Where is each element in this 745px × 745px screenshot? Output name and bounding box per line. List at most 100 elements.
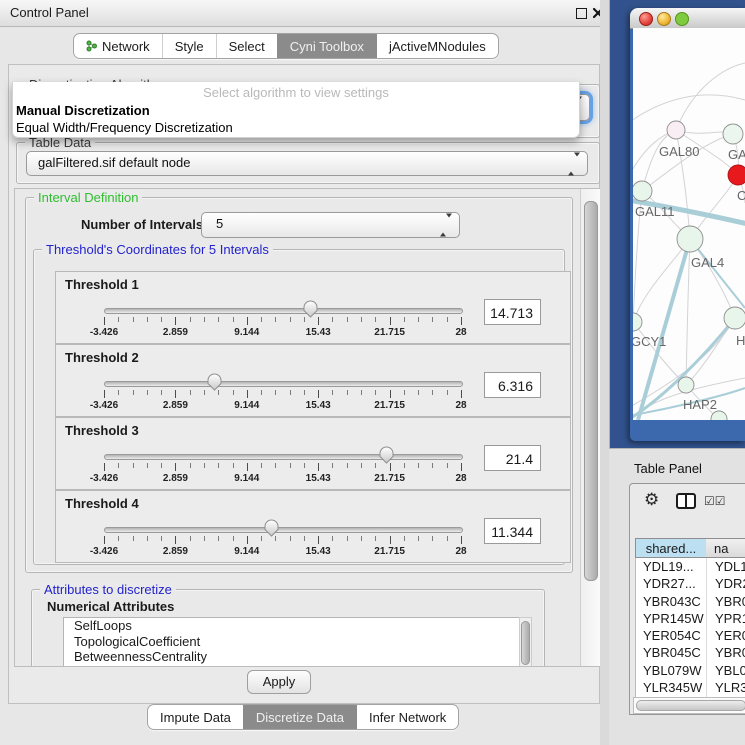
threshold-value-field[interactable]: 14.713: [484, 299, 541, 325]
cell-shared-name[interactable]: YBR045C: [636, 644, 707, 661]
threshold-value-field[interactable]: 11.344: [484, 518, 541, 544]
attribute-item[interactable]: SelfLoops: [64, 618, 519, 634]
attribute-item[interactable]: TopologicalCoefficient: [64, 634, 519, 650]
table-horizontal-scrollbar[interactable]: [633, 697, 745, 714]
cell-name[interactable]: YDL1: [708, 558, 745, 575]
algorithm-dropdown-popup: Select algorithm to view settings Manual…: [12, 82, 580, 138]
cell-name[interactable]: YDR2: [708, 575, 745, 592]
column-header-shared-name[interactable]: shared...: [635, 538, 707, 558]
cell-shared-name[interactable]: YDL19...: [636, 558, 707, 575]
tab-label: Infer Network: [369, 710, 446, 725]
network-node[interactable]: [633, 181, 652, 201]
slider-tick-label: -3.426: [90, 400, 118, 411]
slider-thumb[interactable]: [303, 300, 318, 318]
column-header-name[interactable]: na: [706, 538, 745, 558]
cell-shared-name[interactable]: YDR27...: [636, 575, 707, 592]
numerical-attributes-list[interactable]: SelfLoopsTopologicalCoefficientBetweenne…: [63, 617, 520, 667]
cell-name[interactable]: YBL0: [708, 662, 745, 679]
gear-icon[interactable]: ⚙: [644, 490, 659, 510]
slider-thumb[interactable]: [207, 373, 222, 391]
cell-shared-name[interactable]: YBL079W: [636, 662, 707, 679]
settings-scrollbar[interactable]: [580, 189, 601, 666]
attribute-item[interactable]: BetweennessCentrality: [64, 649, 519, 665]
tab-impute-data[interactable]: Impute Data: [148, 705, 243, 729]
threshold-value-field[interactable]: 21.4: [484, 445, 541, 471]
tab-label: Select: [229, 39, 265, 54]
table-row[interactable]: YPR145WYPR1: [636, 610, 745, 627]
attributes-list-scrollbar[interactable]: [519, 617, 532, 667]
tab-discretize-data[interactable]: Discretize Data: [243, 705, 356, 729]
apply-button[interactable]: Apply: [247, 670, 311, 694]
slider-track[interactable]: [104, 527, 463, 533]
num-intervals-combobox[interactable]: 5: [201, 212, 460, 238]
table-row[interactable]: YBR043CYBR0: [636, 593, 745, 610]
slider-tick-label: 2.859: [163, 327, 188, 338]
select-checkboxes-icon[interactable]: ☑☑: [704, 494, 726, 508]
threshold-value-field[interactable]: 6.316: [484, 372, 541, 398]
control-panel-titlebar[interactable]: Control Panel: [0, 0, 608, 27]
threshold-2-slider[interactable]: -3.4262.8599.14415.4321.71528: [104, 371, 461, 415]
table-row[interactable]: YBL079WYBL0: [636, 662, 745, 679]
network-node[interactable]: [728, 165, 745, 185]
slider-track[interactable]: [104, 454, 463, 460]
network-canvas[interactable]: GAL80GACGAL11GAL4GCY1HHAP2: [633, 28, 745, 420]
cell-name[interactable]: YLR3: [708, 679, 745, 696]
network-node[interactable]: [677, 226, 703, 252]
tab-label: jActiveMNodules: [389, 39, 486, 54]
popup-placeholder-item[interactable]: Select algorithm to view settings: [13, 85, 579, 100]
table-row[interactable]: YDR27...YDR2: [636, 575, 745, 592]
tab-select[interactable]: Select: [216, 34, 277, 58]
threshold-label: Threshold 3: [65, 423, 139, 438]
table-row[interactable]: YER054CYER0: [636, 627, 745, 644]
slider-thumb[interactable]: [379, 446, 394, 464]
table-row[interactable]: YDL19...YDL1: [636, 558, 745, 575]
slider-tick-label: 9.144: [234, 327, 259, 338]
cell-shared-name[interactable]: YBR043C: [636, 593, 707, 610]
network-node[interactable]: [667, 121, 685, 139]
tab-jactivemnodules[interactable]: jActiveMNodules: [376, 34, 498, 58]
slider-tick-labels: -3.4262.8599.14415.4321.71528: [104, 546, 461, 558]
network-node-label: GAL11: [635, 204, 675, 219]
scrollbar-thumb[interactable]: [636, 700, 745, 711]
slider-thumb[interactable]: [264, 519, 279, 537]
network-window-titlebar[interactable]: [630, 8, 745, 29]
table-data-combobox[interactable]: galFiltered.sif default node: [26, 151, 588, 176]
table-row[interactable]: YLR345WYLR3: [636, 679, 745, 696]
table-window: ⚙ ☑☑ shared... na YDL19...YDL1YDR27...YD…: [629, 483, 745, 715]
minimize-traffic-light-icon[interactable]: [657, 12, 671, 26]
tab-network[interactable]: Network: [74, 34, 162, 58]
cell-name[interactable]: YER0: [708, 627, 745, 644]
popup-option-equal-width-frequency[interactable]: Equal Width/Frequency Discretization: [16, 120, 233, 135]
slider-tick-label: 28: [455, 546, 466, 557]
tab-cyni-toolbox[interactable]: Cyni Toolbox: [277, 34, 376, 58]
cell-name[interactable]: YBR0: [708, 644, 745, 661]
threshold-3-slider[interactable]: -3.4262.8599.14415.4321.71528: [104, 444, 461, 488]
slider-tick-label: 21.715: [374, 327, 405, 338]
threshold-1-slider[interactable]: -3.4262.8599.14415.4321.71528: [104, 298, 461, 342]
slider-track[interactable]: [104, 308, 463, 314]
network-node[interactable]: [723, 124, 743, 144]
float-window-icon[interactable]: [576, 8, 587, 19]
network-node[interactable]: [711, 411, 727, 420]
cell-shared-name[interactable]: YLR345W: [636, 679, 707, 696]
slider-tick-labels: -3.4262.8599.14415.4321.71528: [104, 400, 461, 412]
popup-option-manual-discretization[interactable]: Manual Discretization: [16, 103, 150, 118]
cell-name[interactable]: YBR0: [708, 593, 745, 610]
close-traffic-light-icon[interactable]: [639, 12, 653, 26]
table-row[interactable]: YBR045CYBR0: [636, 644, 745, 661]
slider-track[interactable]: [104, 381, 463, 387]
slider-tick-label: 15.43: [306, 400, 331, 411]
cell-shared-name[interactable]: YPR145W: [636, 610, 707, 627]
cell-name[interactable]: YPR1: [708, 610, 745, 627]
tab-infer-network[interactable]: Infer Network: [356, 705, 458, 729]
network-node[interactable]: [633, 313, 642, 331]
network-node[interactable]: [678, 377, 694, 393]
tab-style[interactable]: Style: [162, 34, 216, 58]
network-node[interactable]: [724, 307, 745, 329]
zoom-traffic-light-icon[interactable]: [675, 12, 689, 26]
threshold-4-slider[interactable]: -3.4262.8599.14415.4321.71528: [104, 517, 461, 561]
cell-shared-name[interactable]: YER054C: [636, 627, 707, 644]
slider-tick-labels: -3.4262.8599.14415.4321.71528: [104, 473, 461, 485]
settings-scrollbar-thumb[interactable]: [584, 201, 598, 581]
columns-icon[interactable]: [676, 493, 696, 509]
